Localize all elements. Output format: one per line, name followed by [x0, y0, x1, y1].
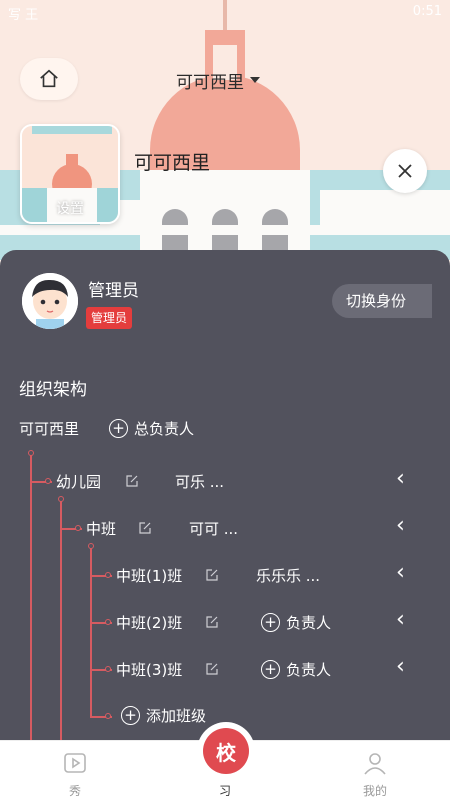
school-icon: 校: [203, 728, 249, 774]
tree-dot: [105, 572, 111, 578]
tab-label: 秀: [68, 784, 81, 798]
tree-dot: [75, 525, 81, 531]
add-leader-button[interactable]: + 负责人: [261, 659, 331, 680]
org-node-name[interactable]: 中班(3)班: [116, 659, 182, 680]
org-node-name[interactable]: 中班(1)班: [116, 565, 182, 586]
tree-dot: [45, 478, 51, 484]
tree-line: [60, 500, 62, 740]
add-class-label: 添加班级: [146, 707, 207, 725]
edit-icon[interactable]: [125, 474, 139, 488]
add-class-button[interactable]: + 添加班级: [121, 705, 206, 726]
role-badge: 管理员: [86, 307, 133, 329]
edit-icon[interactable]: [138, 521, 152, 535]
chevron-left-icon[interactable]: ‹: [396, 560, 405, 585]
org-node-name[interactable]: 幼儿园: [56, 471, 101, 492]
school-center-button[interactable]: 校: [197, 722, 255, 780]
chevron-left-icon[interactable]: ‹: [396, 513, 405, 538]
chevron-left-icon[interactable]: ‹: [396, 654, 405, 679]
add-leader-label: 负责人: [286, 661, 332, 679]
school-title: 可可西里: [134, 152, 211, 174]
add-leader-label: 负责人: [286, 614, 332, 632]
status-time: 0:51: [412, 4, 442, 19]
plus-icon: +: [121, 706, 140, 725]
tree-dot: [105, 666, 111, 672]
add-head-button[interactable]: + 总负责人: [109, 418, 194, 439]
plus-icon: +: [261, 660, 280, 679]
plus-icon: +: [261, 613, 280, 632]
edit-icon[interactable]: [205, 568, 219, 582]
play-icon: [64, 753, 86, 773]
section-title: 组织架构: [19, 380, 87, 400]
caret-down-icon: [250, 77, 260, 83]
tree-dot: [105, 713, 111, 719]
chevron-left-icon[interactable]: ‹: [396, 466, 405, 491]
org-node-leader: 可乐 ...: [175, 473, 225, 491]
switch-identity-button[interactable]: 切换身份: [332, 284, 432, 318]
profile-icon: [364, 753, 386, 775]
edit-icon[interactable]: [205, 615, 219, 629]
tab-mine[interactable]: 我的: [340, 741, 410, 800]
tab-show[interactable]: 秀: [40, 741, 110, 800]
school-selector-label: 可可西里: [176, 72, 244, 93]
tree-dot: [88, 543, 94, 549]
add-leader-button[interactable]: + 负责人: [261, 612, 331, 633]
tab-label: 我的: [362, 784, 387, 798]
org-node-name[interactable]: 中班(2)班: [116, 612, 182, 633]
plus-icon: +: [109, 419, 128, 438]
org-node-name[interactable]: 中班: [86, 518, 116, 539]
chevron-left-icon[interactable]: ‹: [396, 607, 405, 632]
tree-dot: [105, 619, 111, 625]
tree-dot: [58, 496, 64, 502]
avatar: [22, 273, 78, 329]
tab-label: 习: [218, 784, 231, 798]
close-icon: [398, 164, 412, 178]
add-head-label: 总负责人: [134, 420, 195, 438]
status-left: 写 王: [8, 8, 39, 23]
org-root-name: 可可西里: [19, 420, 80, 438]
home-icon: [40, 69, 58, 88]
edit-icon[interactable]: [205, 662, 219, 676]
home-button[interactable]: [20, 58, 78, 100]
tree-dot: [28, 450, 34, 456]
tree-line: [90, 547, 92, 717]
user-name: 管理员: [88, 281, 139, 301]
org-node-leader: 乐乐乐 ...: [256, 567, 321, 585]
tree-line: [30, 455, 32, 740]
school-cover-thumbnail[interactable]: 设置: [20, 124, 120, 224]
status-bar: 写 王 0:51: [0, 0, 450, 26]
school-selector[interactable]: 可可西里: [176, 68, 260, 93]
org-node-leader: 可可 ...: [189, 520, 239, 538]
close-button[interactable]: [383, 149, 427, 193]
settings-label: 设置: [56, 201, 84, 217]
